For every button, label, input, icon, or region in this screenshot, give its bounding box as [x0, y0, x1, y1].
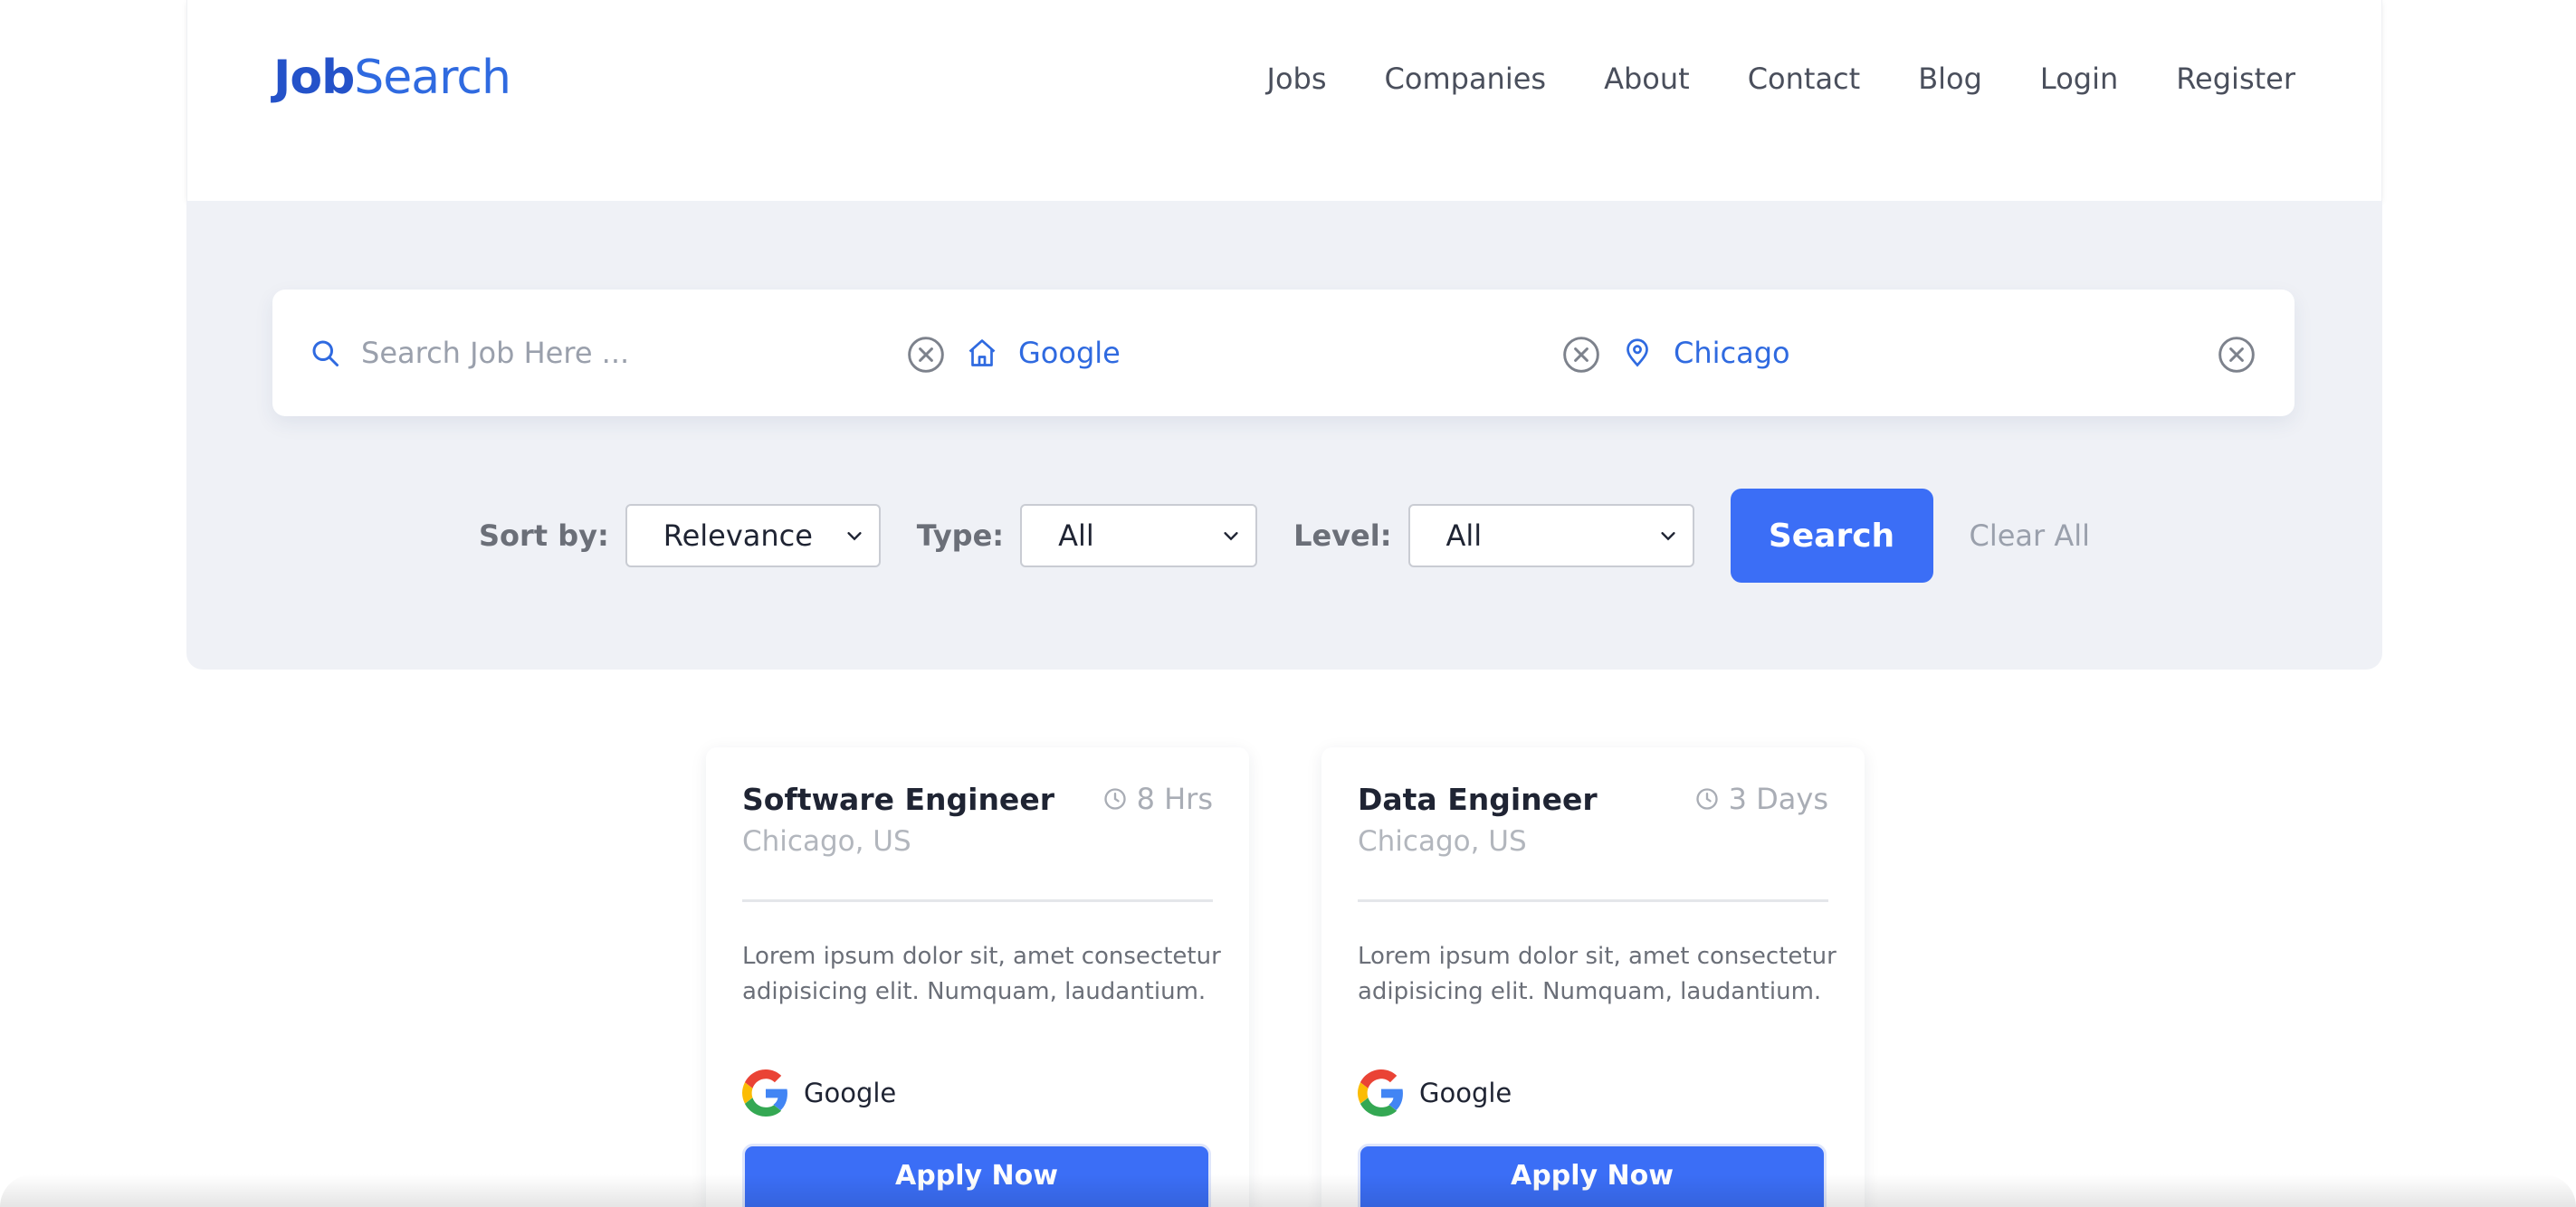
window-bottom-shadow [0, 1174, 2576, 1207]
location-input[interactable] [1674, 336, 2180, 370]
clear-all-link[interactable]: Clear All [1970, 518, 2091, 553]
apply-now-button[interactable]: Apply Now [742, 1144, 1211, 1207]
company-name: Google [1419, 1078, 1512, 1108]
job-description: Lorem ipsum dolor sit, amet consectetur … [1358, 943, 1837, 1005]
site-header: JobSearch Jobs Companies About Contact B… [186, 0, 2382, 201]
keyword-field [309, 290, 942, 416]
nav-register[interactable]: Register [2176, 62, 2295, 96]
apply-now-button[interactable]: Apply Now [1358, 1144, 1827, 1207]
job-title[interactable]: Data Engineer [1358, 782, 1598, 817]
job-card: Software Engineer 8 Hrs Chicago, US Lore… [706, 747, 1249, 1207]
card-divider [1358, 899, 1828, 902]
chevron-down-icon [1660, 532, 1675, 541]
google-logo-icon [742, 1069, 787, 1117]
clear-keyword-icon[interactable] [906, 335, 946, 375]
card-divider [742, 899, 1213, 902]
google-logo-icon [1358, 1069, 1403, 1117]
company-info: Google [742, 1069, 896, 1117]
nav-blog[interactable]: Blog [1918, 62, 1982, 96]
job-location: Chicago, US [1358, 825, 1527, 858]
company-name: Google [804, 1078, 897, 1108]
sort-value: Relevance [663, 518, 813, 553]
posted-time-text: 8 Hrs [1136, 782, 1213, 816]
job-title[interactable]: Software Engineer [742, 782, 1054, 817]
logo-part-search: Search [354, 51, 511, 105]
keyword-input[interactable] [361, 336, 868, 370]
page: JobSearch Jobs Companies About Contact B… [0, 0, 2576, 1207]
chevron-down-icon [847, 532, 862, 541]
company-field [966, 290, 1599, 416]
level-label: Level: [1293, 518, 1392, 553]
sort-select[interactable]: Relevance [625, 504, 881, 567]
clear-company-icon[interactable] [1561, 335, 1601, 375]
type-value: All [1058, 518, 1094, 553]
logo-part-job: Job [273, 51, 355, 105]
search-icon [312, 340, 339, 366]
chevron-down-icon [1224, 532, 1238, 541]
location-pin-icon [1627, 338, 1648, 367]
company-input[interactable] [1018, 336, 1525, 370]
job-card: Data Engineer 3 Days Chicago, US Lorem i… [1321, 747, 1865, 1207]
nav-companies[interactable]: Companies [1385, 62, 1547, 96]
clear-location-icon[interactable] [2217, 335, 2256, 375]
nav-login[interactable]: Login [2040, 62, 2118, 96]
job-description: Lorem ipsum dolor sit, amet consectetur … [742, 943, 1221, 1005]
site-logo[interactable]: JobSearch [273, 51, 511, 105]
clock-icon [1695, 788, 1718, 810]
level-value: All [1445, 518, 1483, 553]
nav-about[interactable]: About [1604, 62, 1690, 96]
clock-icon [1103, 788, 1126, 810]
type-label: Type: [916, 518, 1005, 553]
nav-contact[interactable]: Contact [1748, 62, 1861, 96]
type-select[interactable]: All [1020, 504, 1258, 567]
company-info: Google [1358, 1069, 1512, 1117]
level-select[interactable]: All [1407, 504, 1694, 567]
posted-time: 3 Days [1694, 782, 1828, 816]
posted-time-text: 3 Days [1728, 782, 1828, 816]
search-bar [272, 290, 2295, 416]
location-field [1621, 290, 2255, 416]
posted-time: 8 Hrs [1102, 782, 1213, 816]
filters-row: Sort by: Relevance Type: All Level: All … [186, 489, 2382, 583]
search-button[interactable]: Search [1730, 489, 1933, 583]
nav-jobs[interactable]: Jobs [1267, 62, 1327, 96]
home-icon [968, 339, 996, 366]
main-nav: Jobs Companies About Contact Blog Login … [1267, 62, 2295, 96]
job-location: Chicago, US [742, 825, 911, 858]
sort-label: Sort by: [478, 518, 609, 553]
search-panel: Sort by: Relevance Type: All Level: All … [186, 201, 2382, 670]
